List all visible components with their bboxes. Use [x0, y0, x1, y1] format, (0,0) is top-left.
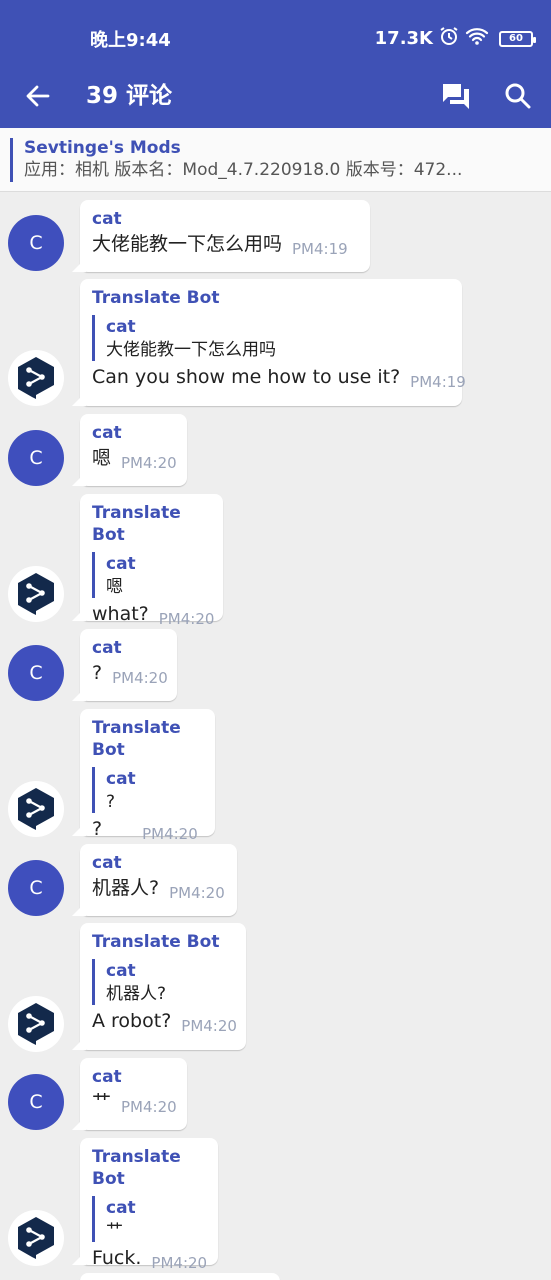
channel-header[interactable]: Sevtinge's Mods 应用：相机 版本名：Mod_4.7.220918…: [0, 128, 551, 192]
message-text: ?: [92, 662, 103, 684]
message-time: PM4:20: [142, 825, 198, 843]
message-time: PM4:20: [158, 610, 215, 628]
message-time: PM4:20: [112, 669, 168, 687]
status-bar: 晚上9:44 17.3K 60: [0, 0, 551, 66]
message-text: what?: [92, 603, 149, 625]
avatar-letter: C: [29, 232, 43, 254]
page-title: 39 评论: [86, 83, 173, 109]
message-bubble[interactable]: cat 机器人? PM4:20: [80, 844, 237, 916]
message-bubble[interactable]: Translate Bot cat 嗯 what? PM4:20: [80, 494, 223, 628]
quoted-message[interactable]: cat 艹: [92, 1196, 206, 1242]
avatar[interactable]: [8, 781, 64, 837]
message-sender: cat: [92, 209, 122, 229]
avatar[interactable]: C: [8, 1074, 64, 1130]
status-time: 晚上9:44: [90, 30, 171, 51]
message-bubble[interactable]: Translate Bot cat 艹 Fuck. PM4:20: [80, 1138, 218, 1272]
message-text: 机器人?: [92, 877, 160, 899]
avatar-letter: C: [29, 662, 43, 684]
message-bubble[interactable]: cat 嗯 PM4:20: [80, 414, 187, 486]
message-text: 嗯: [92, 447, 112, 469]
avatar-letter: C: [29, 877, 43, 899]
quoted-message[interactable]: cat 大佬能教一下怎么用吗: [92, 315, 450, 361]
quote-text: 艹: [106, 1221, 123, 1241]
message-sender: cat: [92, 1067, 122, 1087]
channel-description: 应用：相机 版本名：Mod_4.7.220918.0 版本号：472...: [24, 160, 463, 180]
avatar[interactable]: [8, 996, 64, 1052]
quoted-message[interactable]: cat 嗯: [92, 552, 211, 598]
message-bubble[interactable]: cat 大佬能教一下怎么用吗 PM4:19: [80, 200, 370, 272]
quote-text: ?: [106, 792, 116, 812]
message-bubble[interactable]: Translate Bot cat 机器人? A robot? PM4:20: [80, 923, 246, 1050]
message-bubble[interactable]: cat ? PM4:20: [80, 629, 177, 701]
avatar[interactable]: [8, 566, 64, 622]
battery-icon: 60: [499, 30, 536, 47]
message-text: Can you show me how to use it?: [92, 366, 401, 388]
quote-sender: cat: [106, 554, 136, 574]
translate-bot-icon: [18, 357, 54, 399]
search-icon: [505, 83, 531, 109]
message-sender: Translate Bot: [92, 1147, 181, 1189]
message-time: PM4:20: [169, 884, 225, 902]
message-sender: cat: [92, 853, 122, 873]
net-speed: 17.3K: [374, 28, 433, 49]
avatar[interactable]: [8, 1210, 64, 1266]
quote-sender: cat: [106, 961, 136, 981]
quote-sender: cat: [106, 769, 136, 789]
avatar[interactable]: C: [8, 215, 64, 271]
message-text: 艹: [92, 1091, 112, 1113]
message-sender: Translate Bot: [92, 503, 181, 545]
message-time: PM4:20: [121, 1098, 177, 1116]
translate-bot-icon: [18, 573, 54, 615]
message-time: PM4:19: [292, 240, 348, 258]
quoted-message[interactable]: cat ?: [92, 767, 203, 813]
avatar-letter: C: [29, 1091, 43, 1113]
translate-bot-icon: [18, 1003, 54, 1045]
message-sender: Translate Bot: [92, 718, 181, 760]
avatar[interactable]: C: [8, 430, 64, 486]
quote-text: 嗯: [106, 577, 123, 597]
comments-icon: [443, 84, 469, 109]
message-bubble[interactable]: cat 艹 PM4:20: [80, 1058, 187, 1130]
quote-text: 机器人?: [106, 984, 167, 1004]
message-sender: cat: [92, 638, 122, 658]
quote-sender: cat: [106, 1198, 136, 1218]
status-icons: 17.3K 60: [374, 26, 536, 51]
translate-bot-icon: [18, 1217, 54, 1259]
back-arrow-icon: [26, 85, 50, 107]
channel-info: Sevtinge's Mods 应用：相机 版本名：Mod_4.7.220918…: [10, 138, 530, 182]
quote-text: 大佬能教一下怎么用吗: [106, 340, 276, 360]
message-text: Fuck.: [92, 1247, 142, 1269]
avatar[interactable]: C: [8, 860, 64, 916]
alarm-icon: [439, 26, 459, 51]
message-sender: Translate Bot: [92, 932, 220, 952]
avatar-letter: C: [29, 447, 43, 469]
wifi-icon: [465, 26, 489, 51]
message-time: PM4:20: [151, 1254, 208, 1272]
chat-list[interactable]: C cat 大佬能教一下怎么用吗 PM4:19 Translate Bot cat…: [0, 193, 551, 1280]
message-time: PM4:20: [181, 1017, 237, 1035]
message-bubble[interactable]: Translate Bot cat 大佬能教一下怎么用吗 Can you sho…: [80, 279, 466, 406]
message-bubble[interactable]: [80, 1273, 280, 1280]
quote-sender: cat: [106, 317, 136, 337]
comments-button[interactable]: [436, 76, 476, 116]
back-button[interactable]: [20, 78, 56, 114]
avatar[interactable]: C: [8, 645, 64, 701]
quoted-message[interactable]: cat 机器人?: [92, 959, 234, 1005]
message-text: ?: [92, 818, 103, 840]
search-button[interactable]: [498, 76, 538, 116]
channel-name: Sevtinge's Mods: [24, 138, 181, 158]
message-sender: Translate Bot: [92, 288, 220, 308]
message-text: 大佬能教一下怎么用吗: [92, 233, 283, 255]
message-sender: cat: [92, 423, 122, 443]
avatar[interactable]: [8, 350, 64, 406]
app-bar: 39 评论: [0, 66, 551, 128]
message-time: PM4:19: [410, 373, 466, 391]
message-time: PM4:20: [121, 454, 177, 472]
translate-bot-icon: [18, 788, 54, 830]
message-text: A robot?: [92, 1010, 172, 1032]
message-bubble[interactable]: Translate Bot cat ? ? PM4:20: [80, 709, 215, 843]
